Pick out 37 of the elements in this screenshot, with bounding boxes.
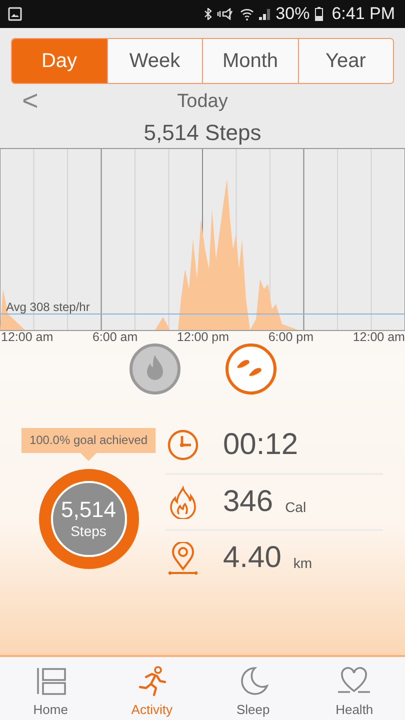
stat-value: 346 (223, 485, 274, 519)
time-axis-label: 6:00 pm (268, 331, 314, 345)
stat-value: 4.40 (223, 541, 282, 575)
goal-tooltip: 100.0% goal achieved (21, 428, 156, 461)
goal-steps-value: 5,514 (60, 498, 116, 522)
step-total: 5,514 Steps (144, 120, 262, 145)
time-axis-label: 12:00 am (352, 331, 405, 345)
stat-unit: km (293, 555, 312, 571)
flame-icon (167, 486, 199, 518)
time-axis-label: 6:00 am (92, 331, 138, 345)
bluetooth-icon (204, 8, 212, 20)
battery-icon (314, 7, 323, 21)
wifi-icon (240, 7, 254, 21)
period-tab[interactable]: Day (12, 39, 106, 83)
stat-unit: Cal (285, 499, 306, 515)
period-tab[interactable]: Year (298, 39, 393, 83)
period-label: Today (177, 91, 228, 113)
calories-mode-button[interactable] (128, 343, 180, 395)
gallery-icon (8, 7, 22, 21)
time-axis-label: 12:00 pm (176, 331, 230, 345)
battery-level: 30% (276, 4, 310, 24)
location-pin-icon (167, 542, 199, 574)
mute-icon (216, 8, 235, 20)
stat-value: 00:12 (223, 428, 298, 462)
average-label: Avg 308 step/hr (6, 300, 90, 314)
home-icon (34, 665, 67, 697)
back-button[interactable]: < (18, 86, 42, 116)
nav-tab[interactable]: Home (0, 657, 102, 720)
time-axis-label: 12:00 am (1, 331, 54, 345)
signal-icon (258, 8, 271, 20)
goal-steps-unit: Steps (70, 522, 106, 540)
steps-mode-button[interactable] (224, 343, 276, 395)
nav-tab[interactable]: Health (304, 657, 405, 720)
nav-tab[interactable]: Sleep (202, 657, 304, 720)
clock-time: 6:41 PM (332, 4, 395, 24)
nav-tab[interactable]: Activity (101, 657, 202, 720)
clock-icon (167, 428, 199, 462)
